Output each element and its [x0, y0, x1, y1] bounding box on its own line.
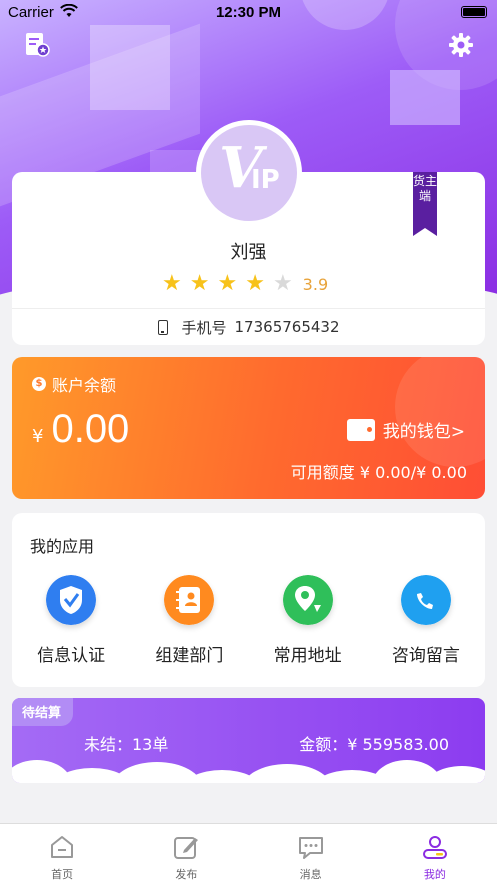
star-filled-icon: ★	[189, 271, 210, 296]
message-icon	[298, 837, 323, 859]
tab-label: 首页	[51, 868, 74, 881]
user-icon	[422, 836, 447, 859]
app-consult-message[interactable]: 咨询留言	[367, 575, 485, 666]
gear-icon[interactable]	[448, 32, 474, 58]
tab-label: 消息	[299, 868, 322, 881]
app-build-department[interactable]: 组建部门	[130, 575, 248, 666]
tab-home[interactable]: 首页	[0, 824, 124, 883]
star-filled-icon: ★	[162, 271, 182, 296]
bottom-tab-bar: 首页 发布 消息 我的	[0, 823, 497, 883]
star-filled-icon: ★	[217, 271, 238, 296]
balance-value: 0.00	[51, 407, 130, 451]
apps-title: 我的应用	[30, 537, 95, 556]
tab-messages[interactable]: 消息	[249, 824, 373, 883]
tab-label: 发布	[175, 868, 198, 881]
my-wallet-link[interactable]: 我的钱包>	[346, 417, 465, 442]
balance-card: $ 账户余额 ¥ 0.00 我的钱包> 可用额度 ¥ 0.00/¥ 0.00	[12, 357, 485, 499]
unsettled-orders: 未结：13单	[84, 735, 169, 754]
balance-amount: ¥ 0.00	[32, 407, 129, 452]
star-rating: ★ ★ ★ ★ ★ 3.9	[162, 272, 328, 296]
contacts-book-icon	[164, 575, 215, 625]
home-icon	[51, 836, 74, 858]
app-common-address[interactable]: 常用地址	[249, 575, 367, 666]
settlement-amount: 金额：¥ 559583.00	[299, 735, 449, 754]
vip-avatar[interactable]: V IP	[196, 120, 302, 226]
role-ribbon: 货主端	[413, 172, 437, 236]
certificate-icon[interactable]	[24, 32, 50, 58]
presentation-board-illustration	[90, 25, 170, 110]
shield-check-icon	[46, 575, 97, 625]
map-pin-icon	[282, 575, 333, 625]
tab-publish[interactable]: 发布	[124, 824, 248, 883]
tab-mine[interactable]: 我的	[373, 824, 497, 883]
app-label: 组建部门	[155, 646, 224, 666]
wallet-link-label: 我的钱包>	[382, 422, 465, 442]
star-filled-icon: ★	[245, 271, 265, 296]
delivery-truck-illustration	[390, 70, 460, 125]
tab-label: 我的	[423, 868, 446, 881]
money-bag-icon: $	[32, 377, 46, 391]
status-bar: Carrier 12:30 PM	[0, 0, 497, 26]
edit-icon	[174, 837, 199, 859]
balance-title: $ 账户余额	[32, 372, 116, 396]
phone-label: 手机号	[181, 318, 227, 337]
battery-icon	[461, 6, 487, 18]
phone-row: 手机号 17365765432	[12, 308, 485, 345]
balance-title-label: 账户余额	[52, 376, 117, 395]
avatar-ip-letters: IP	[251, 165, 280, 195]
decorative-ring	[395, 357, 485, 467]
app-info-verification[interactable]: 信息认证	[12, 575, 130, 666]
wallet-icon	[346, 418, 375, 441]
pending-settlement-card[interactable]: 待结算 未结：13单 金额：¥ 559583.00	[12, 698, 485, 783]
rating-value: 3.9	[302, 274, 329, 294]
credit-limit: 可用额度 ¥ 0.00/¥ 0.00	[290, 463, 467, 482]
currency-symbol: ¥	[32, 426, 44, 447]
apps-grid: 信息认证 组建部门 常用地址 咨询留言	[12, 575, 485, 666]
phone-number: 17365765432	[234, 318, 340, 336]
my-apps-card: 我的应用 信息认证 组建部门 常用地址 咨询留言	[12, 513, 485, 687]
app-label: 信息认证	[37, 646, 106, 666]
phone-icon	[157, 319, 168, 335]
chat-bubble-icon	[400, 575, 451, 625]
app-label: 常用地址	[273, 646, 342, 666]
user-name: 刘强	[230, 242, 267, 263]
star-empty-icon: ★	[272, 271, 293, 296]
pending-settlement-tag: 待结算	[12, 698, 74, 726]
clock-time: 12:30 PM	[215, 4, 282, 21]
app-label: 咨询留言	[391, 646, 460, 666]
